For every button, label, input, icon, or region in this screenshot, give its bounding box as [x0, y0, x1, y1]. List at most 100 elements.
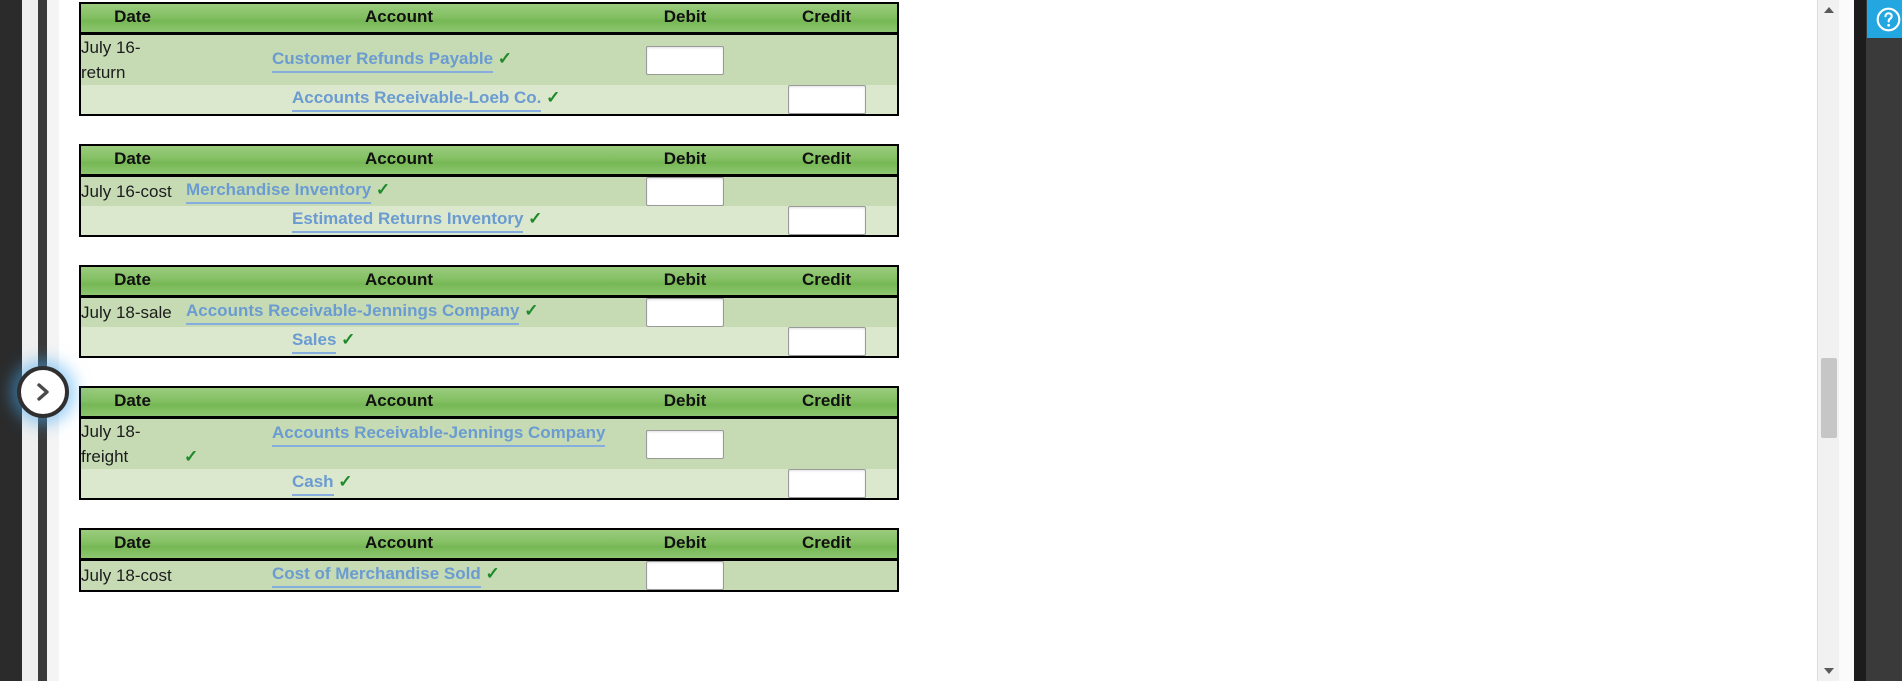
credit-amount-input[interactable] — [787, 85, 866, 114]
cell-date: July 18-cost — [80, 559, 184, 591]
credit-amount-input[interactable] — [787, 469, 866, 498]
column-header-credit: Credit — [756, 266, 898, 298]
triangle-up-icon — [1824, 7, 1834, 13]
cell-credit — [756, 469, 898, 499]
table-header-row: Date Account Debit Credit — [80, 387, 898, 419]
journal-entry-table: Date Account Debit Credit July 18-freight Acc… — [79, 386, 899, 500]
cell-debit — [614, 417, 756, 469]
account-link[interactable]: Accounts Receivable-Loeb Co. — [292, 87, 542, 112]
column-header-date: Date — [80, 3, 184, 35]
journal-entry-table: Date Account Debit Credit July 18-sale Accoun… — [79, 265, 899, 358]
chevron-right-icon — [32, 381, 54, 403]
cell-credit — [756, 206, 898, 236]
debit-amount-input[interactable] — [646, 45, 724, 75]
debit-amount-input[interactable] — [646, 561, 724, 590]
green-check-icon: ✓ — [371, 180, 391, 199]
table-row: Cash ✓ — [80, 469, 898, 499]
green-check-icon: ✓ — [184, 446, 199, 466]
cell-account: Accounts Receivable-Jennings Company ✓ — [184, 296, 614, 327]
column-header-credit: Credit — [756, 3, 898, 35]
help-button[interactable] — [1867, 0, 1902, 38]
account-link[interactable]: Cost of Merchandise Sold — [272, 563, 481, 588]
table-row: July 18-freight Accounts Receivable-Jenni… — [80, 417, 898, 469]
cell-date: July 16-return — [80, 33, 184, 85]
account-link[interactable]: Customer Refunds Payable — [272, 48, 494, 73]
journal-tables-host: Date Account Debit Credit July 16-return Cust… — [59, 2, 1817, 592]
left-rail-divider — [38, 0, 47, 681]
table-row: July 18-sale Accounts Receivable-Jennings… — [80, 296, 898, 327]
debit-amount-input[interactable] — [646, 298, 724, 327]
journal-entry-table: Date Account Debit Credit July 16-cost Mercha… — [79, 144, 899, 237]
column-header-account: Account — [184, 3, 614, 35]
column-header-date: Date — [80, 145, 184, 177]
column-header-account: Account — [184, 266, 614, 298]
table-header-row: Date Account Debit Credit — [80, 145, 898, 177]
cell-credit — [756, 175, 898, 206]
cell-debit — [614, 206, 756, 236]
cell-credit — [756, 33, 898, 85]
account-link[interactable]: Cash — [292, 471, 334, 496]
account-link[interactable]: Merchandise Inventory — [186, 179, 372, 204]
right-rail-gap — [1839, 0, 1854, 681]
column-header-date: Date — [80, 529, 184, 561]
green-check-icon: ✓ — [541, 88, 561, 107]
table-row: July 16-return Customer Refunds Payable ✓ — [80, 33, 898, 85]
left-rail-light-gap — [22, 0, 38, 681]
account-link[interactable]: Sales — [292, 329, 337, 354]
account-link[interactable]: Estimated Returns Inventory — [292, 208, 524, 233]
green-check-icon: ✓ — [333, 472, 353, 491]
page-root: Date Account Debit Credit July 16-return Cust… — [0, 0, 1902, 681]
scroll-up-button[interactable] — [1818, 1, 1840, 19]
scrollbar-thumb[interactable] — [1821, 358, 1837, 438]
cell-date — [80, 206, 184, 236]
debit-amount-input[interactable] — [646, 177, 724, 206]
journal-entry-table: Date Account Debit Credit July 18-cost Cost o… — [79, 528, 899, 592]
cell-account: Sales ✓ — [184, 327, 614, 357]
account-link[interactable]: Accounts Receivable-Jennings Company — [186, 300, 520, 325]
right-rail — [1817, 0, 1902, 681]
column-header-credit: Credit — [756, 387, 898, 419]
cell-account: Merchandise Inventory ✓ — [184, 175, 614, 206]
cell-debit — [614, 559, 756, 591]
cell-credit — [756, 85, 898, 115]
column-header-account: Account — [184, 387, 614, 419]
triangle-down-icon — [1824, 668, 1834, 674]
cell-debit — [614, 33, 756, 85]
cell-credit — [756, 559, 898, 591]
table-row: Accounts Receivable-Loeb Co. ✓ — [80, 85, 898, 115]
cell-debit — [614, 327, 756, 357]
green-check-icon: ✓ — [519, 301, 539, 320]
credit-amount-input[interactable] — [787, 327, 866, 356]
column-header-credit: Credit — [756, 145, 898, 177]
journal-entry-table: Date Account Debit Credit July 16-return Cust… — [79, 2, 899, 116]
account-link[interactable]: Accounts Receivable-Jennings Company — [272, 422, 606, 447]
cell-account: Accounts Receivable-Jennings Company ✓ — [184, 417, 614, 469]
question-mark-circle-icon — [1875, 6, 1902, 33]
expand-pane-button[interactable] — [17, 366, 69, 418]
left-rail-dark-edge — [0, 0, 22, 681]
column-header-debit: Debit — [614, 145, 756, 177]
cell-debit — [614, 469, 756, 499]
cell-account: Accounts Receivable-Loeb Co. ✓ — [184, 85, 614, 115]
table-row: Estimated Returns Inventory ✓ — [80, 206, 898, 236]
credit-amount-input[interactable] — [787, 206, 866, 235]
column-header-debit: Debit — [614, 266, 756, 298]
green-check-icon: ✓ — [493, 48, 513, 68]
cell-credit — [756, 327, 898, 357]
cell-date: July 18-freight — [80, 417, 184, 469]
table-header-row: Date Account Debit Credit — [80, 529, 898, 561]
journal-entries-panel: Date Account Debit Credit July 16-return Cust… — [59, 0, 1817, 681]
cell-account: Estimated Returns Inventory ✓ — [184, 206, 614, 236]
debit-amount-input[interactable] — [646, 429, 724, 459]
right-rail-dark-edge — [1854, 0, 1866, 681]
cell-account: Cost of Merchandise Sold ✓ — [184, 559, 614, 591]
cell-date — [80, 85, 184, 115]
cell-account: Cash ✓ — [184, 469, 614, 499]
scroll-down-button[interactable] — [1818, 662, 1840, 680]
table-header-row: Date Account Debit Credit — [80, 3, 898, 35]
cell-account: Customer Refunds Payable ✓ — [184, 33, 614, 85]
vertical-scrollbar[interactable] — [1817, 0, 1839, 681]
cell-credit — [756, 296, 898, 327]
table-header-row: Date Account Debit Credit — [80, 266, 898, 298]
green-check-icon: ✓ — [480, 564, 500, 583]
